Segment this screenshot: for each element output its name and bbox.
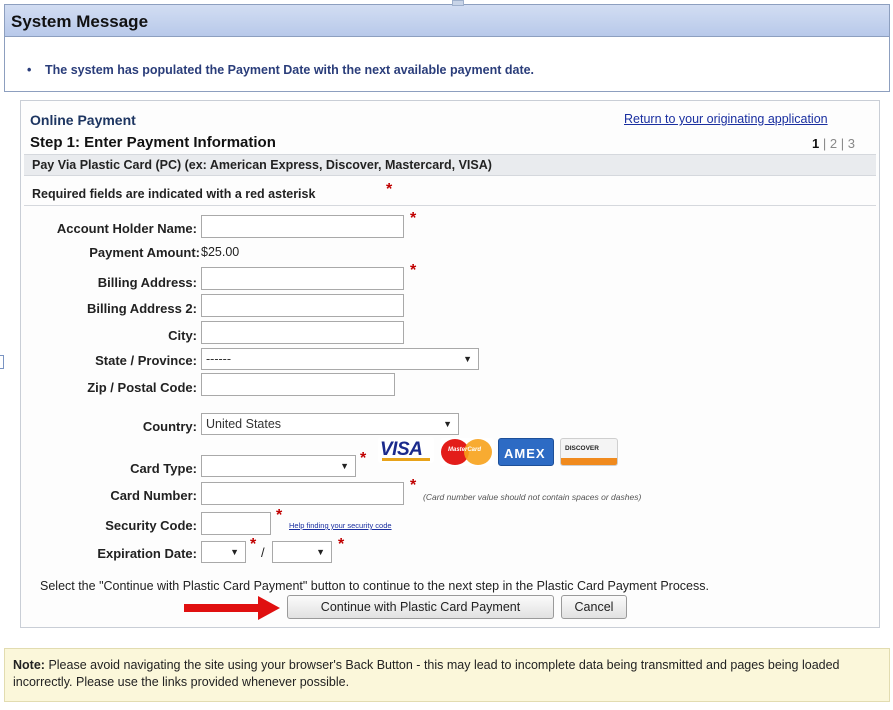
- step-3: 3: [847, 136, 855, 151]
- country-select-value: United States: [206, 417, 282, 431]
- divider: [24, 205, 876, 206]
- discover-logo-text: DISCOVER: [565, 445, 599, 452]
- country-select[interactable]: United States ▼: [201, 413, 459, 435]
- chevron-down-icon: ▼: [340, 461, 349, 471]
- card-number-input[interactable]: [201, 482, 404, 505]
- side-resize-handle[interactable]: [0, 355, 4, 369]
- state-select[interactable]: ------ ▼: [201, 348, 479, 370]
- pay-via-text: Pay Via Plastic Card (PC) (ex: American …: [32, 158, 492, 172]
- required-asterisk: *: [410, 477, 417, 494]
- step-indicator: 1 | 2 | 3: [812, 136, 855, 151]
- return-link[interactable]: Return to your originating application: [624, 112, 828, 126]
- discover-logo-stripe: [561, 458, 617, 465]
- system-message: System Message • The system has populate…: [4, 4, 890, 92]
- state-select-value: ------: [206, 352, 231, 366]
- visa-logo: VISA: [378, 437, 434, 463]
- security-code-input[interactable]: [201, 512, 271, 535]
- step-separator: |: [840, 136, 845, 151]
- account-holder-input[interactable]: [201, 215, 404, 238]
- step-title: Step 1: Enter Payment Information: [30, 134, 276, 151]
- required-note: Required fields are indicated with a red…: [32, 187, 316, 201]
- mastercard-logo-text: MasterCard: [448, 447, 482, 453]
- required-asterisk: *: [360, 450, 367, 467]
- step-separator: |: [822, 136, 827, 151]
- navigation-note: Note: Please avoid navigating the site u…: [4, 648, 890, 702]
- zip-label: Zip / Postal Code:: [87, 380, 197, 395]
- chevron-down-icon: ▼: [316, 547, 325, 557]
- expiration-month-select[interactable]: ▼: [201, 541, 246, 563]
- expiration-separator: /: [261, 545, 265, 560]
- mastercard-logo: MasterCard: [440, 438, 494, 466]
- city-input[interactable]: [201, 321, 404, 344]
- chevron-down-icon: ▼: [443, 419, 452, 429]
- step-1: 1: [812, 136, 820, 151]
- visa-logo-stripe: [382, 458, 430, 461]
- required-asterisk: *: [250, 536, 257, 553]
- city-label: City:: [168, 328, 197, 343]
- system-message-header: System Message: [5, 5, 889, 37]
- country-label: Country:: [142, 419, 197, 434]
- red-arrow-icon: [184, 596, 280, 620]
- card-number-label: Card Number:: [110, 488, 197, 503]
- billing-address2-label: Billing Address 2:: [86, 301, 197, 316]
- continue-button[interactable]: Continue with Plastic Card Payment: [287, 595, 554, 619]
- chevron-down-icon: ▼: [463, 354, 472, 364]
- instructions-text: Select the "Continue with Plastic Card P…: [40, 579, 709, 593]
- discover-logo: DISCOVER: [560, 438, 618, 466]
- system-message-text: The system has populated the Payment Dat…: [45, 63, 535, 77]
- security-code-help-link[interactable]: Help finding your security code: [289, 521, 392, 530]
- billing-address-input[interactable]: [201, 267, 404, 290]
- security-code-label: Security Code:: [105, 518, 197, 533]
- required-asterisk: *: [338, 536, 345, 553]
- required-asterisk: *: [410, 262, 417, 279]
- billing-address2-input[interactable]: [201, 294, 404, 317]
- system-message-title: System Message: [11, 12, 149, 31]
- chevron-down-icon: ▼: [230, 547, 239, 557]
- expiration-label: Expiration Date:: [97, 546, 197, 561]
- billing-address-label: Billing Address:: [97, 275, 197, 290]
- amex-logo-text: AMEX: [504, 446, 546, 461]
- card-type-select[interactable]: ▼: [201, 455, 356, 477]
- card-type-label: Card Type:: [130, 461, 197, 476]
- step-2: 2: [829, 136, 838, 151]
- payment-amount-value: $25.00: [201, 245, 240, 259]
- required-asterisk: *: [276, 507, 283, 524]
- account-holder-label: Account Holder Name:: [56, 221, 197, 236]
- note-label: Note:: [13, 658, 45, 672]
- bullet-icon: •: [27, 63, 32, 77]
- state-label: State / Province:: [95, 353, 197, 368]
- amex-logo: AMEX: [498, 438, 554, 466]
- splitter-handle[interactable]: [452, 0, 464, 6]
- required-asterisk: *: [386, 181, 393, 198]
- section-title: Online Payment: [30, 112, 136, 128]
- required-asterisk: *: [410, 210, 417, 227]
- cancel-button[interactable]: Cancel: [561, 595, 627, 619]
- note-text: Please avoid navigating the site using y…: [13, 658, 840, 689]
- payment-amount-label: Payment Amount:: [89, 245, 200, 260]
- expiration-year-select[interactable]: ▼: [272, 541, 332, 563]
- zip-input[interactable]: [201, 373, 395, 396]
- card-number-hint: (Card number value should not contain sp…: [423, 492, 642, 502]
